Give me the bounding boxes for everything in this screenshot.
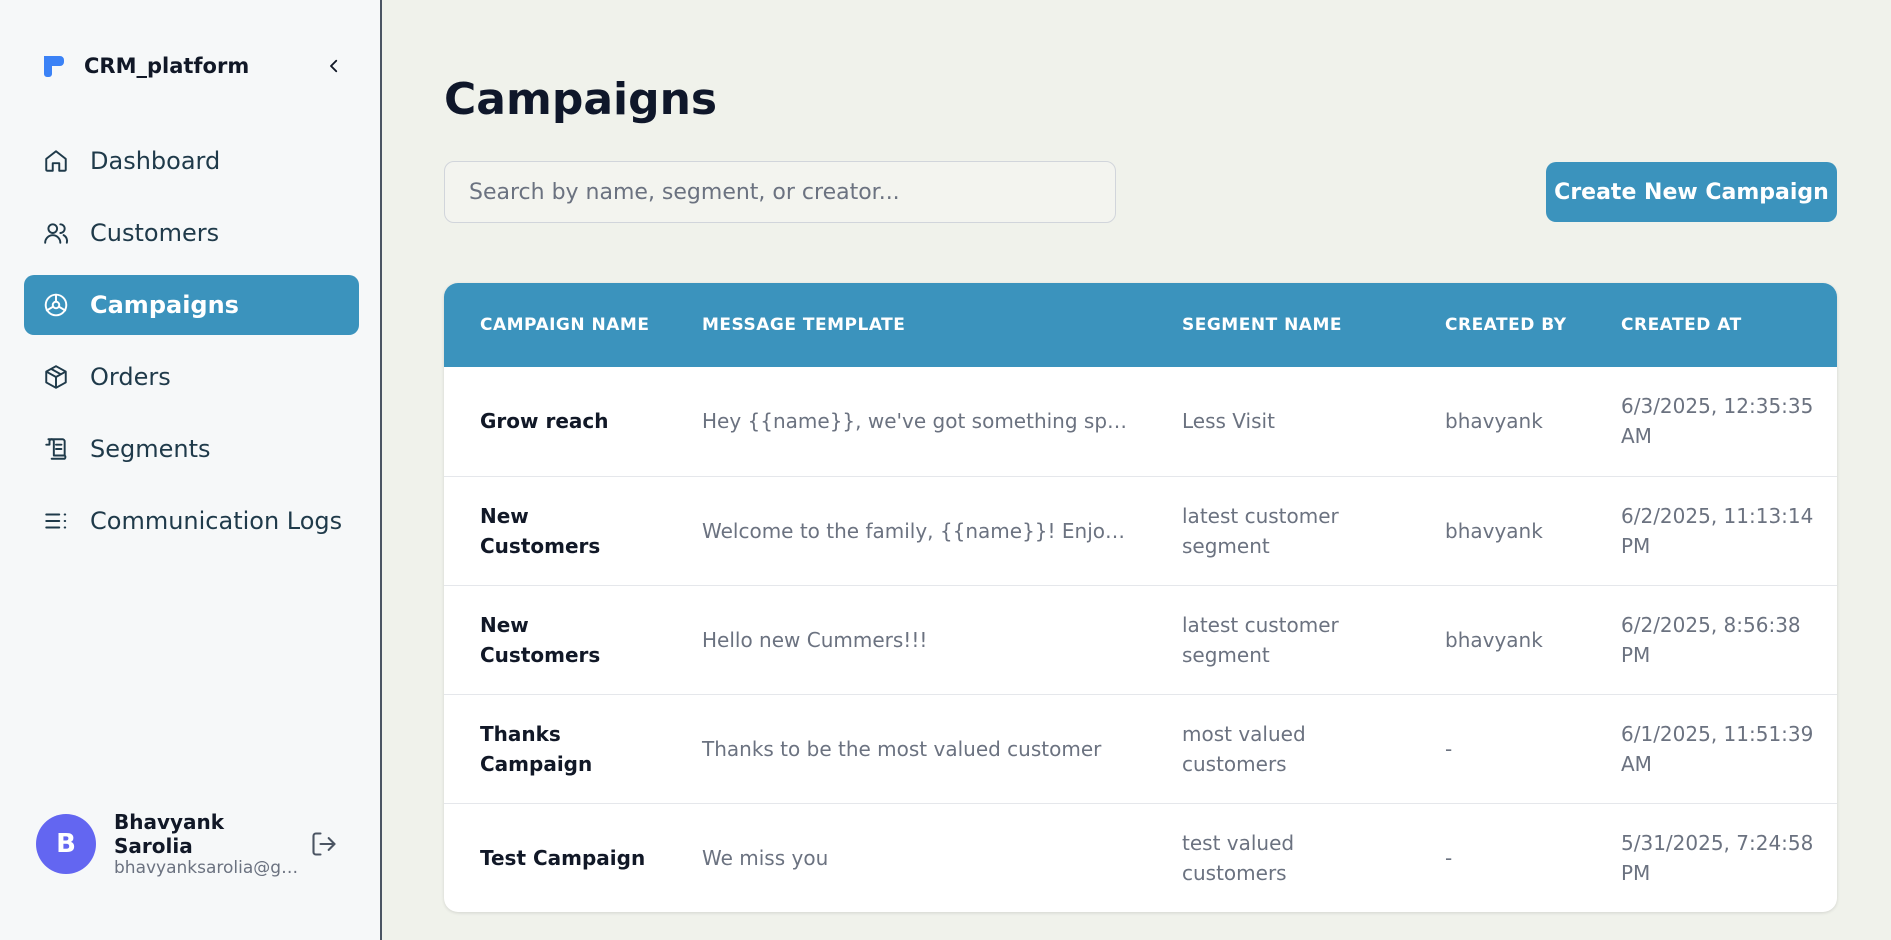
users-icon [42, 219, 70, 247]
message-template-cell: We miss you [702, 845, 829, 870]
page-title: Campaigns [444, 74, 718, 125]
search-input[interactable] [444, 161, 1116, 223]
column-header-message-template[interactable]: MESSAGE TEMPLATE [666, 283, 1146, 367]
sidebar-item-label: Customers [90, 219, 220, 247]
brand-logo-icon [44, 56, 64, 77]
created-by-cell: bhavyank [1445, 627, 1543, 652]
column-header-created-at[interactable]: CREATED AT [1585, 283, 1837, 367]
created-by-cell: - [1445, 736, 1453, 761]
campaign-name-cell: Test Campaign [480, 845, 646, 870]
column-header-campaign-name[interactable]: CAMPAIGN NAME [444, 283, 666, 367]
sidebar-item-communication-logs[interactable]: Communication Logs [24, 491, 359, 551]
home-icon [42, 147, 70, 175]
campaigns-icon [42, 291, 70, 319]
user-name: Bhavyank Sarolia [114, 810, 225, 858]
campaign-name-cell: Thanks Campaign [480, 721, 593, 776]
segment-name-cell: most valued customers [1182, 721, 1306, 776]
created-at-cell: 6/2/2025, 11:13:14 PM [1621, 503, 1814, 558]
created-at-cell: 6/2/2025, 8:56:38 PM [1621, 612, 1801, 667]
segment-name-cell: latest customer segment [1182, 612, 1339, 667]
sidebar-item-segments[interactable]: Segments [24, 419, 359, 479]
sidebar-item-label: Dashboard [90, 147, 221, 175]
package-icon [42, 363, 70, 391]
segment-name-cell: Less Visit [1182, 409, 1275, 434]
sidebar-item-label: Communication Logs [90, 507, 343, 535]
create-new-campaign-button[interactable]: Create New Campaign [1546, 162, 1837, 222]
table-row[interactable]: Test Campaign We miss you test valued cu… [444, 803, 1837, 912]
created-by-cell: - [1445, 845, 1453, 870]
logout-icon [312, 832, 336, 856]
table-body: Grow reach Hey {{name}}, we've got somet… [444, 367, 1837, 912]
user-profile: B Bhavyank Sarolia bhavyanksarolia@gm... [36, 810, 352, 878]
brand[interactable]: CRM_platform [40, 50, 249, 82]
user-info: Bhavyank Sarolia bhavyanksarolia@gm... [114, 810, 304, 878]
table-row[interactable]: New Customers Hello new Cummers!!! lates… [444, 585, 1837, 694]
column-header-created-by[interactable]: CREATED BY [1409, 283, 1585, 367]
sidebar-item-customers[interactable]: Customers [24, 203, 359, 263]
created-at-cell: 6/1/2025, 11:51:39 AM [1621, 721, 1814, 776]
campaigns-table-card: CAMPAIGN NAME MESSAGE TEMPLATE SEGMENT N… [444, 283, 1837, 912]
list-icon [42, 507, 70, 535]
logout-button[interactable] [310, 830, 340, 860]
table-header: CAMPAIGN NAME MESSAGE TEMPLATE SEGMENT N… [444, 283, 1837, 367]
table-row[interactable]: Thanks Campaign Thanks to be the most va… [444, 694, 1837, 803]
message-template-cell: Hello new Cummers!!! [702, 627, 928, 652]
sidebar-nav: Dashboard Customers Campaigns Orders Seg… [24, 131, 359, 563]
created-at-cell: 6/3/2025, 12:35:35 AM [1621, 394, 1814, 449]
brand-name: CRM_platform [84, 54, 250, 78]
created-at-cell: 5/31/2025, 7:24:58 PM [1621, 830, 1814, 885]
chevron-left-icon [330, 59, 338, 73]
collapse-sidebar-button[interactable] [318, 50, 350, 82]
campaign-name-cell: New Customers [480, 612, 601, 667]
sidebar-item-label: Campaigns [90, 291, 239, 319]
sidebar: CRM_platform Dashboard Customers Campaig… [0, 0, 382, 940]
column-header-segment-name[interactable]: SEGMENT NAME [1146, 283, 1409, 367]
sidebar-item-orders[interactable]: Orders [24, 347, 359, 407]
scroll-icon [42, 435, 70, 463]
segment-name-cell: test valued customers [1182, 830, 1295, 885]
table-row[interactable]: Grow reach Hey {{name}}, we've got somet… [444, 367, 1837, 476]
segment-name-cell: latest customer segment [1182, 503, 1339, 558]
campaign-name-cell: New Customers [480, 503, 601, 558]
message-template-cell: Thanks to be the most valued customer [702, 736, 1102, 761]
campaigns-table: CAMPAIGN NAME MESSAGE TEMPLATE SEGMENT N… [444, 283, 1837, 912]
campaign-name-cell: Grow reach [480, 409, 609, 434]
message-template-cell: Welcome to the family, {{name}}! Enjoy {… [702, 518, 1146, 543]
created-by-cell: bhavyank [1445, 518, 1543, 543]
user-email: bhavyanksarolia@gm... [114, 858, 304, 878]
sidebar-item-label: Orders [90, 363, 171, 391]
avatar[interactable]: B [36, 814, 96, 874]
sidebar-item-campaigns[interactable]: Campaigns [24, 275, 359, 335]
sidebar-item-dashboard[interactable]: Dashboard [24, 131, 359, 191]
created-by-cell: bhavyank [1445, 409, 1543, 434]
sidebar-item-label: Segments [90, 435, 211, 463]
message-template-cell: Hey {{name}}, we've got something specia… [702, 409, 1146, 434]
table-row[interactable]: New Customers Welcome to the family, {{n… [444, 476, 1837, 585]
